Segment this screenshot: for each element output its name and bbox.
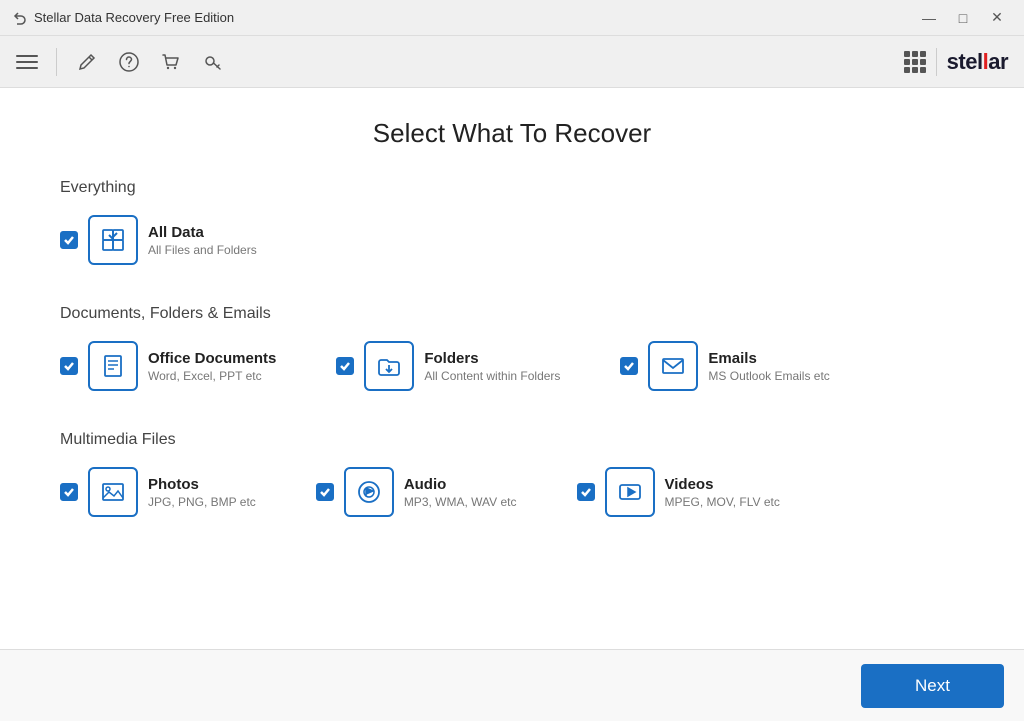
photos-sub: JPG, PNG, BMP etc (148, 495, 256, 509)
all-data-sub: All Files and Folders (148, 243, 257, 257)
stellar-logo: stellar (947, 49, 1008, 75)
items-row-multimedia: Photos JPG, PNG, BMP etc (60, 467, 964, 517)
audio-sub: MP3, WMA, WAV etc (404, 495, 517, 509)
item-emails[interactable]: Emails MS Outlook Emails etc (620, 341, 829, 391)
next-button[interactable]: Next (861, 664, 1004, 708)
title-bar: Stellar Data Recovery Free Edition — □ ✕ (0, 0, 1024, 36)
photos-name: Photos (148, 476, 256, 493)
checkbox-office[interactable] (60, 357, 78, 375)
close-button[interactable]: ✕ (982, 7, 1012, 29)
office-name: Office Documents (148, 350, 276, 367)
all-data-icon-box (88, 215, 138, 265)
photos-text: Photos JPG, PNG, BMP etc (148, 476, 256, 509)
title-bar-controls: — □ ✕ (914, 7, 1012, 29)
toolbar: stellar (0, 36, 1024, 88)
office-sub: Word, Excel, PPT etc (148, 369, 276, 383)
section-label-documents: Documents, Folders & Emails (60, 305, 964, 323)
checkbox-audio[interactable] (316, 483, 334, 501)
section-label-everything: Everything (60, 179, 964, 197)
section-documents: Documents, Folders & Emails Office Docum… (60, 305, 964, 391)
minimize-button[interactable]: — (914, 7, 944, 29)
divider-1 (60, 275, 964, 305)
menu-icon[interactable] (16, 55, 38, 69)
item-photos[interactable]: Photos JPG, PNG, BMP etc (60, 467, 256, 517)
section-label-multimedia: Multimedia Files (60, 431, 964, 449)
divider1 (56, 48, 57, 76)
item-all-data[interactable]: All Data All Files and Folders (60, 215, 257, 265)
items-row-everything: All Data All Files and Folders (60, 215, 964, 265)
page-title: Select What To Recover (60, 118, 964, 149)
item-videos[interactable]: Videos MPEG, MOV, FLV etc (577, 467, 780, 517)
videos-icon-box (605, 467, 655, 517)
item-audio[interactable]: Audio MP3, WMA, WAV etc (316, 467, 517, 517)
edit-icon[interactable] (75, 50, 99, 74)
toolbar-left (16, 48, 225, 76)
checkbox-folders[interactable] (336, 357, 354, 375)
toolbar-divider (936, 48, 937, 76)
maximize-button[interactable]: □ (948, 7, 978, 29)
folders-name: Folders (424, 350, 560, 367)
all-data-text: All Data All Files and Folders (148, 224, 257, 257)
items-row-documents: Office Documents Word, Excel, PPT etc (60, 341, 964, 391)
audio-text: Audio MP3, WMA, WAV etc (404, 476, 517, 509)
window-title: Stellar Data Recovery Free Edition (34, 10, 234, 25)
folders-sub: All Content within Folders (424, 369, 560, 383)
videos-sub: MPEG, MOV, FLV etc (665, 495, 780, 509)
key-icon[interactable] (201, 50, 225, 74)
videos-name: Videos (665, 476, 780, 493)
toolbar-right: stellar (904, 48, 1008, 76)
office-text: Office Documents Word, Excel, PPT etc (148, 350, 276, 383)
all-data-name: All Data (148, 224, 257, 241)
office-icon-box (88, 341, 138, 391)
checkbox-videos[interactable] (577, 483, 595, 501)
folders-icon-box (364, 341, 414, 391)
checkbox-emails[interactable] (620, 357, 638, 375)
item-folders[interactable]: Folders All Content within Folders (336, 341, 560, 391)
checkbox-photos[interactable] (60, 483, 78, 501)
main-content: Select What To Recover Everything (0, 88, 1024, 649)
section-everything: Everything All Data (60, 179, 964, 265)
cart-icon[interactable] (159, 50, 183, 74)
footer: Next (0, 649, 1024, 721)
item-office-documents[interactable]: Office Documents Word, Excel, PPT etc (60, 341, 276, 391)
emails-text: Emails MS Outlook Emails etc (708, 350, 829, 383)
checkbox-all-data[interactable] (60, 231, 78, 249)
help-icon[interactable] (117, 50, 141, 74)
emails-name: Emails (708, 350, 829, 367)
apps-grid-icon[interactable] (904, 51, 926, 73)
videos-text: Videos MPEG, MOV, FLV etc (665, 476, 780, 509)
photos-icon-box (88, 467, 138, 517)
folders-text: Folders All Content within Folders (424, 350, 560, 383)
audio-icon-box (344, 467, 394, 517)
emails-icon-box (648, 341, 698, 391)
section-multimedia: Multimedia Files Photos JPG, PNG, BMP et… (60, 431, 964, 517)
divider-2 (60, 401, 964, 431)
undo-icon (12, 10, 28, 26)
audio-name: Audio (404, 476, 517, 493)
title-bar-left: Stellar Data Recovery Free Edition (12, 10, 234, 26)
emails-sub: MS Outlook Emails etc (708, 369, 829, 383)
